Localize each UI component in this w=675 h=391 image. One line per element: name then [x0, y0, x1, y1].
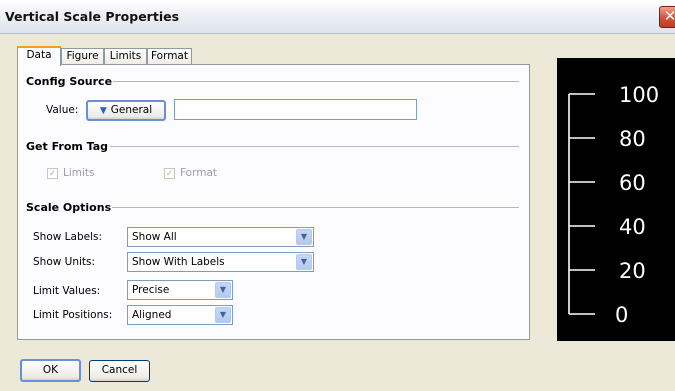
chevron-down-icon[interactable]: ▼ — [215, 282, 231, 298]
scale-preview-svg: 100 80 60 40 20 0 — [568, 83, 659, 327]
format-check-icon: ✓ — [164, 167, 175, 179]
scale-label-100: 100 — [619, 83, 659, 107]
scale-options-divider — [112, 207, 519, 208]
close-icon: ✕ — [663, 7, 675, 25]
dropdown-triangle-icon: ▼ — [99, 106, 107, 116]
limits-check-icon: ✓ — [47, 167, 58, 179]
scale-label-0: 0 — [615, 303, 628, 327]
vertical-scale-preview: 100 80 60 40 20 0 — [557, 58, 675, 341]
close-button[interactable]: ✕ — [659, 6, 675, 28]
show-labels-value: Show All — [132, 231, 177, 243]
scale-label-20: 20 — [619, 259, 646, 283]
chevron-down-icon[interactable]: ▼ — [296, 229, 312, 245]
scale-label-80: 80 — [619, 127, 646, 151]
chevron-down-icon[interactable]: ▼ — [215, 307, 231, 323]
limit-positions-label: Limit Positions: — [33, 309, 113, 321]
show-labels-select[interactable]: Show All ▼ — [127, 227, 314, 247]
show-units-select[interactable]: Show With Labels ▼ — [127, 252, 314, 272]
scale-label-60: 60 — [619, 171, 646, 195]
show-units-value: Show With Labels — [132, 256, 225, 268]
title-bar: Vertical Scale Properties ✕ — [0, 0, 675, 34]
general-dropdown-button[interactable]: ▼ General — [86, 100, 166, 121]
config-source-divider — [113, 81, 519, 82]
config-value-input[interactable] — [174, 99, 417, 120]
tab-format[interactable]: Format — [147, 48, 192, 65]
limits-checkbox[interactable]: ✓ Limits — [47, 167, 95, 179]
value-label: Value: — [46, 104, 79, 116]
ok-button[interactable]: OK — [20, 359, 81, 382]
format-checkbox[interactable]: ✓ Format — [164, 167, 217, 179]
limit-values-value: Precise — [132, 284, 170, 296]
limit-values-select[interactable]: Precise ▼ — [127, 280, 233, 300]
get-from-tag-heading: Get From Tag — [26, 140, 109, 153]
show-units-label: Show Units: — [33, 256, 96, 268]
limits-checkbox-label: Limits — [63, 167, 95, 179]
get-from-tag-divider — [110, 146, 519, 147]
config-source-heading: Config Source — [26, 75, 113, 88]
general-button-label: General — [110, 104, 153, 116]
cancel-button[interactable]: Cancel — [89, 360, 150, 382]
limit-positions-select[interactable]: Aligned ▼ — [127, 305, 233, 325]
tab-figure[interactable]: Figure — [61, 48, 104, 65]
limit-positions-value: Aligned — [132, 309, 172, 321]
scale-options-heading: Scale Options — [26, 201, 112, 214]
format-checkbox-label: Format — [180, 167, 218, 179]
tab-limits[interactable]: Limits — [104, 48, 147, 65]
tab-data[interactable]: Data — [17, 46, 61, 66]
scale-label-40: 40 — [619, 215, 646, 239]
show-labels-label: Show Labels: — [33, 231, 103, 243]
window-title: Vertical Scale Properties — [5, 9, 180, 24]
chevron-down-icon[interactable]: ▼ — [296, 254, 312, 270]
limit-values-label: Limit Values: — [33, 285, 101, 297]
